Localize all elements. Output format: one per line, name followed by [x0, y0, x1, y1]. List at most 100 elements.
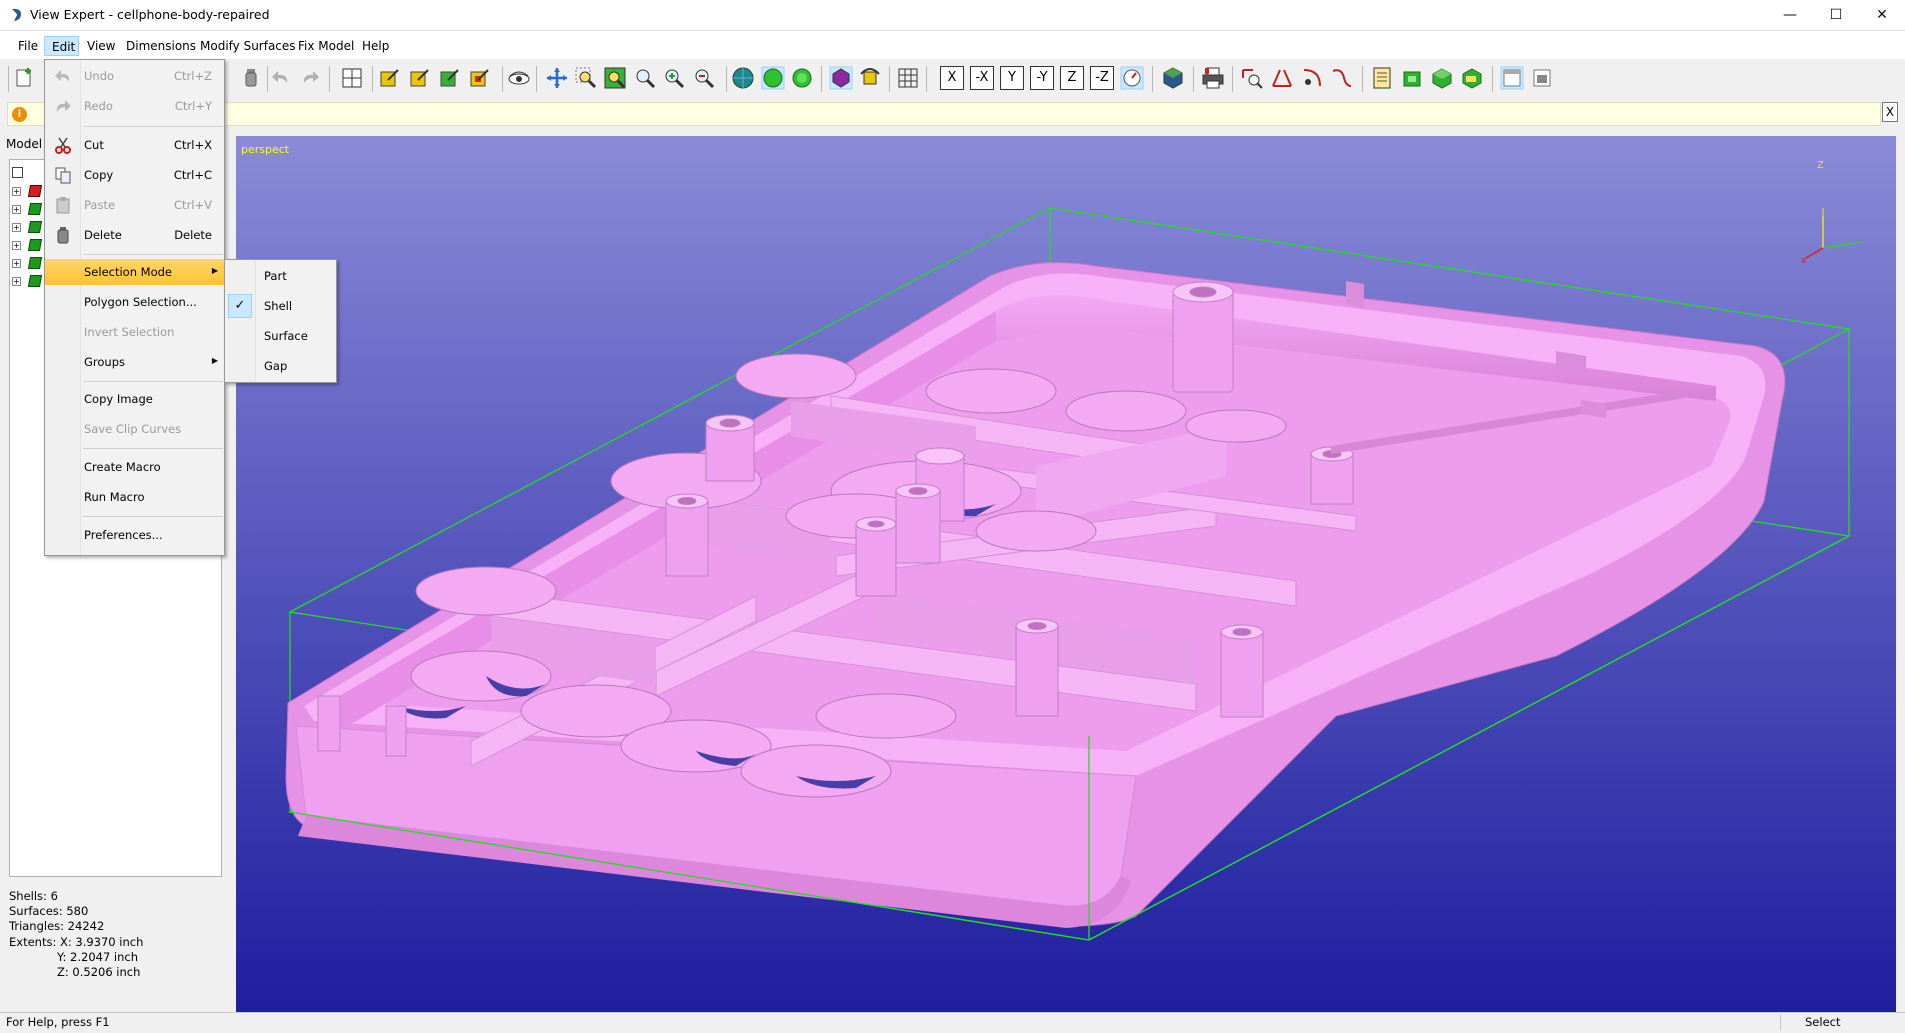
menu-selection-mode[interactable]: Selection Mode ▶: [45, 259, 224, 285]
expand-icon[interactable]: +: [12, 223, 21, 232]
shell-select-icon[interactable]: [408, 66, 432, 90]
shell-icon: [27, 257, 43, 269]
stat-extents-x: Extents: X: 3.9370 inch: [9, 934, 144, 949]
stat-surfaces: Surfaces: 580: [9, 904, 89, 919]
undo-icon[interactable]: [269, 66, 293, 90]
edit-menu-dropdown: Undo Ctrl+Z Redo Ctrl+Y Cut Ctrl+X Copy …: [44, 59, 225, 556]
shell-icon: [27, 275, 43, 287]
zoom-out-icon[interactable]: [692, 66, 716, 90]
iso-view-icon[interactable]: [1120, 66, 1144, 90]
menu-undo[interactable]: Undo Ctrl+Z: [45, 63, 224, 89]
eye-icon[interactable]: [507, 66, 531, 90]
box-icon[interactable]: [1430, 66, 1454, 90]
zoom-icon[interactable]: [633, 66, 657, 90]
menu-preferences[interactable]: Preferences...: [45, 522, 224, 548]
menu-create-macro[interactable]: Create Macro: [45, 454, 224, 480]
status-bar: [0, 1012, 1905, 1033]
menu-paste[interactable]: Paste Ctrl+V: [45, 192, 224, 218]
submenu-shell[interactable]: ✓ Shell: [225, 291, 336, 321]
submenu-arrow-icon: ▶: [211, 266, 218, 275]
render-icon[interactable]: [1161, 66, 1185, 90]
info-bar-close-button[interactable]: X: [1882, 102, 1898, 122]
submenu-gap[interactable]: Gap: [225, 351, 336, 381]
close-button[interactable]: ✕: [1859, 0, 1905, 30]
axis-z-label: Z: [1817, 160, 1824, 171]
selection-mode-submenu: Part ✓ Shell Surface Gap: [224, 259, 337, 383]
split-view-icon[interactable]: [340, 66, 364, 90]
menu-dimensions[interactable]: Dimensions: [119, 36, 203, 56]
app-logo-icon: [12, 8, 21, 21]
menu-invert-selection[interactable]: Invert Selection: [45, 319, 224, 345]
menu-groups[interactable]: Groups ▶: [45, 349, 224, 375]
shaded-smooth-icon[interactable]: [790, 66, 814, 90]
scissors-icon: [55, 137, 71, 154]
copy-icon: [55, 167, 71, 184]
expand-icon[interactable]: +: [12, 259, 21, 268]
trash-icon: [57, 227, 69, 244]
pan-icon[interactable]: [545, 66, 569, 90]
title-bar: [0, 0, 1905, 31]
wireframe-icon[interactable]: [731, 66, 755, 90]
part-select-icon[interactable]: [378, 66, 402, 90]
undo-icon: [55, 70, 70, 82]
maximize-button[interactable]: ☐: [1813, 0, 1859, 30]
menu-edit[interactable]: Edit: [44, 36, 79, 56]
rotate-icon[interactable]: [858, 66, 882, 90]
new-icon[interactable]: [12, 66, 36, 90]
menu-help[interactable]: Help: [355, 36, 396, 56]
expand-icon[interactable]: +: [12, 205, 21, 214]
info-bar: [7, 102, 1881, 126]
shell-icon: [27, 221, 43, 233]
menu-copy[interactable]: Copy Ctrl+C: [45, 162, 224, 188]
view-x-button[interactable]: X: [940, 66, 964, 90]
3d-viewport[interactable]: x: [236, 136, 1896, 1012]
surface-select-icon[interactable]: [438, 66, 462, 90]
status-help-text: For Help, press F1: [6, 1015, 110, 1029]
redo-icon[interactable]: [298, 66, 322, 90]
expand-icon[interactable]: +: [12, 277, 21, 286]
print-icon[interactable]: [1201, 66, 1225, 90]
view-neg-z-button[interactable]: -Z: [1090, 66, 1114, 90]
box-fill-icon[interactable]: [1460, 66, 1484, 90]
view-z-button[interactable]: Z: [1060, 66, 1084, 90]
menu-polygon-selection[interactable]: Polygon Selection...: [45, 289, 224, 315]
zoom-window-icon[interactable]: [574, 66, 598, 90]
fix-icon[interactable]: [1400, 66, 1424, 90]
menu-save-clip-curves[interactable]: Save Clip Curves: [45, 416, 224, 442]
clear-icon[interactable]: [239, 66, 263, 90]
menu-redo[interactable]: Redo Ctrl+Y: [45, 93, 224, 119]
paste-icon: [56, 197, 70, 214]
menu-run-macro[interactable]: Run Macro: [45, 484, 224, 510]
panel-close-icon[interactable]: [1530, 66, 1554, 90]
measure-angle-icon[interactable]: [1270, 66, 1294, 90]
window-title: View Expert - cellphone-body-repaired: [30, 7, 270, 22]
view-neg-y-button[interactable]: -Y: [1030, 66, 1054, 90]
minimize-button[interactable]: —: [1767, 0, 1813, 30]
submenu-part[interactable]: Part: [225, 261, 336, 291]
measure-curve-icon[interactable]: [1330, 66, 1354, 90]
shaded-icon[interactable]: [761, 66, 785, 90]
highlight-icon[interactable]: [829, 66, 853, 90]
view-y-button[interactable]: Y: [1000, 66, 1024, 90]
menu-delete[interactable]: Delete Delete: [45, 222, 224, 248]
gap-select-icon[interactable]: [468, 66, 492, 90]
menu-copy-image[interactable]: Copy Image: [45, 386, 224, 412]
status-divider: [1780, 1014, 1781, 1030]
expand-icon[interactable]: +: [12, 187, 21, 196]
menu-cut[interactable]: Cut Ctrl+X: [45, 132, 224, 158]
stat-extents-z: Z: 0.5206 inch: [57, 965, 141, 980]
measure-radius-icon[interactable]: [1300, 66, 1324, 90]
grid-icon[interactable]: [896, 66, 920, 90]
zoom-in-icon[interactable]: [662, 66, 686, 90]
measure-icon[interactable]: [1240, 66, 1264, 90]
panel-icon[interactable]: [1500, 66, 1524, 90]
menu-modify-surfaces[interactable]: Modify Surfaces: [193, 36, 303, 56]
view-neg-x-button[interactable]: -X: [970, 66, 994, 90]
zoom-fit-icon[interactable]: [603, 66, 627, 90]
expand-icon[interactable]: +: [12, 241, 21, 250]
menu-view[interactable]: View: [80, 36, 122, 56]
report-icon[interactable]: [1370, 66, 1394, 90]
menu-file[interactable]: File: [11, 36, 45, 56]
submenu-surface[interactable]: Surface: [225, 321, 336, 351]
menu-fix-model[interactable]: Fix Model: [291, 36, 361, 56]
